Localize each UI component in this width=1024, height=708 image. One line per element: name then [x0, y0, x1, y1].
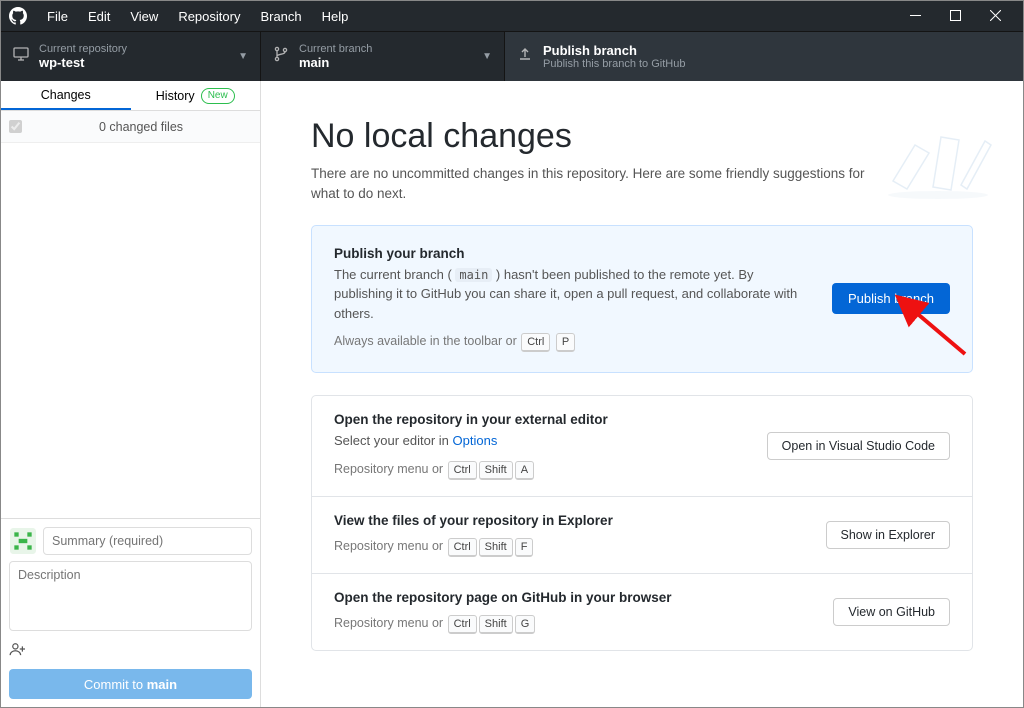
publish-shortcut-hint: Always available in the toolbar or Ctrl … — [334, 333, 812, 352]
toolbar-repo-value: wp-test — [39, 55, 127, 70]
select-all-checkbox[interactable] — [9, 120, 22, 133]
toolbar-publish-branch[interactable]: Publish branch Publish this branch to Gi… — [505, 32, 1023, 81]
card-external-editor: Open the repository in your external edi… — [312, 396, 972, 497]
menu-branch[interactable]: Branch — [250, 9, 311, 24]
menu-help[interactable]: Help — [312, 9, 359, 24]
tab-history[interactable]: History New — [131, 81, 261, 110]
avatar-icon — [9, 527, 37, 555]
page-title: No local changes — [311, 117, 973, 156]
options-link[interactable]: Options — [453, 433, 498, 448]
card-title: Open the repository page on GitHub in yo… — [334, 590, 813, 605]
upload-icon — [517, 46, 533, 67]
toolbar: Current repository wp-test ▼ Current bra… — [1, 31, 1023, 81]
commit-button-prefix: Commit to — [84, 677, 147, 692]
menu-view[interactable]: View — [120, 9, 168, 24]
card-title: View the files of your repository in Exp… — [334, 513, 806, 528]
toolbar-branch-value: main — [299, 55, 372, 70]
changed-files-count: 0 changed files — [30, 120, 252, 134]
changes-header: 0 changed files — [1, 111, 260, 143]
view-on-github-button[interactable]: View on GitHub — [833, 598, 950, 626]
commit-button-branch: main — [147, 677, 177, 692]
page-subtitle: There are no uncommitted changes in this… — [311, 164, 871, 205]
window-minimize-button[interactable] — [895, 8, 935, 24]
window-maximize-button[interactable] — [935, 8, 975, 24]
shortcut-hint: Repository menu or CtrlShiftF — [334, 538, 806, 557]
toolbar-publish-sub: Publish this branch to GitHub — [543, 58, 685, 70]
card-view-github: Open the repository page on GitHub in yo… — [312, 574, 972, 650]
card-show-explorer: View the files of your repository in Exp… — [312, 497, 972, 574]
toolbar-current-branch[interactable]: Current branch main ▼ — [261, 32, 505, 81]
chevron-down-icon: ▼ — [238, 51, 248, 62]
card-title: Open the repository in your external edi… — [334, 412, 747, 427]
publish-card: Publish your branch The current branch (… — [311, 225, 973, 374]
summary-input[interactable] — [43, 527, 252, 555]
toolbar-branch-label: Current branch — [299, 43, 372, 55]
window-close-button[interactable] — [975, 8, 1015, 24]
commit-form: Commit to main — [1, 518, 260, 707]
git-branch-icon — [273, 46, 289, 67]
show-in-explorer-button[interactable]: Show in Explorer — [826, 521, 951, 549]
toolbar-current-repository[interactable]: Current repository wp-test ▼ — [1, 32, 261, 81]
shortcut-hint: Repository menu or CtrlShiftG — [334, 615, 813, 634]
toolbar-repo-label: Current repository — [39, 43, 127, 55]
main-content: No local changes There are no uncommitte… — [261, 81, 1023, 707]
sidebar: Changes History New 0 changed files — [1, 81, 261, 707]
open-in-editor-button[interactable]: Open in Visual Studio Code — [767, 432, 950, 460]
publish-branch-button[interactable]: Publish branch — [832, 283, 950, 314]
publish-card-desc: The current branch ( main ) hasn't been … — [334, 265, 812, 324]
tab-changes[interactable]: Changes — [1, 81, 131, 110]
publish-card-title: Publish your branch — [334, 246, 812, 261]
sidebar-tabs: Changes History New — [1, 81, 260, 111]
tab-history-label: History — [156, 89, 195, 103]
commit-button[interactable]: Commit to main — [9, 669, 252, 699]
menu-edit[interactable]: Edit — [78, 9, 120, 24]
add-coauthor-button[interactable] — [9, 642, 252, 661]
toolbar-publish-label: Publish branch — [543, 43, 685, 58]
suggestion-cards: Open the repository in your external edi… — [311, 395, 973, 651]
desktop-icon — [13, 46, 29, 67]
card-desc: Select your editor in Options — [334, 431, 747, 451]
description-input[interactable] — [9, 561, 252, 631]
menu-repository[interactable]: Repository — [168, 9, 250, 24]
new-badge: New — [201, 88, 235, 104]
shortcut-hint: Repository menu or CtrlShiftA — [334, 461, 747, 480]
menubar: File Edit View Repository Branch Help — [1, 1, 1023, 31]
chevron-down-icon: ▼ — [482, 51, 492, 62]
github-logo-icon — [9, 7, 27, 25]
empty-state-illustration-icon — [883, 111, 993, 201]
menu-file[interactable]: File — [37, 9, 78, 24]
